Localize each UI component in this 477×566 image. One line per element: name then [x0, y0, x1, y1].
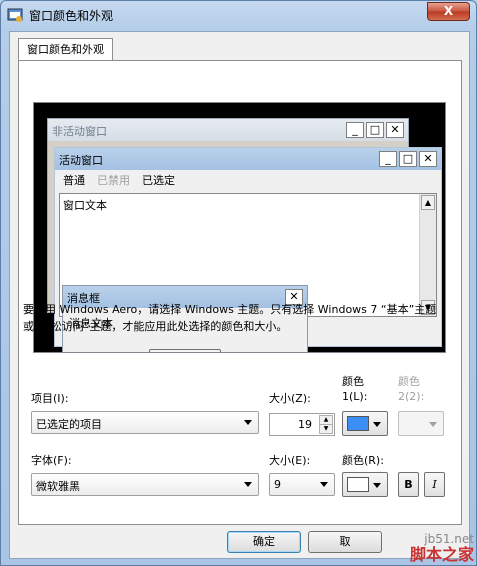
close-icon: ✕ [419, 151, 437, 167]
bold-button[interactable]: B [398, 472, 419, 497]
inactive-title-bar: 非活动窗口 _ □ ✕ [48, 119, 408, 141]
color1-button[interactable] [342, 411, 388, 436]
preview-scrollbar[interactable]: ▲ ▼ [419, 194, 436, 316]
italic-button[interactable]: I [424, 472, 445, 497]
close-button[interactable]: X [427, 2, 470, 21]
dialog-window: 窗口颜色和外观 X 窗口颜色和外观 非活动窗口 _ □ ✕ 活动窗口 _ □ ✕… [0, 0, 477, 566]
color1-label-key: 1(L): [342, 390, 368, 403]
maximize-icon: □ [399, 151, 417, 167]
item-size-spinner[interactable]: 19 ▲ ▼ [269, 413, 335, 436]
color2-label-key: 2(2): [398, 390, 425, 403]
color1-label: 颜色 [342, 375, 364, 388]
font-size-select[interactable]: 9 [269, 473, 335, 496]
color2-button[interactable] [398, 411, 444, 436]
item-label: 项目(I): [31, 392, 69, 405]
item-size-value: 19 [298, 418, 312, 431]
font-size-label: 大小(E): [269, 454, 311, 467]
chevron-down-icon [373, 422, 381, 427]
preview-ok-button[interactable]: 确定 [149, 349, 221, 352]
maximize-icon: □ [366, 122, 384, 138]
watermark-brand: 脚本之家 [409, 545, 474, 564]
font-select-value: 微软雅黑 [36, 480, 80, 493]
minimize-icon: _ [346, 122, 364, 138]
chevron-down-icon [244, 482, 252, 487]
font-label: 字体(F): [31, 454, 72, 467]
window-title: 窗口颜色和外观 [29, 9, 114, 23]
font-select[interactable]: 微软雅黑 [31, 473, 259, 496]
color2-label: 颜色 [398, 375, 420, 388]
menu-item-disabled[interactable]: 已禁用 [97, 172, 130, 188]
chevron-down-icon [244, 420, 252, 425]
close-icon: ✕ [386, 122, 404, 138]
watermark: jb51.net 脚本之家 [410, 531, 474, 563]
tab-panel: 非活动窗口 _ □ ✕ 活动窗口 _ □ ✕ 普通 已禁用 已选定 窗口文本 ▲… [18, 60, 462, 525]
font-color-swatch [347, 477, 369, 492]
font-size-value: 9 [274, 478, 281, 491]
preview-menu-bar: 普通 已禁用 已选定 [55, 170, 441, 190]
chevron-down-icon [429, 422, 437, 427]
tab-window-color[interactable]: 窗口颜色和外观 [18, 38, 113, 61]
window-text-label: 窗口文本 [63, 199, 107, 212]
item-select[interactable]: 已选定的项目 [31, 411, 259, 434]
active-title-bar: 活动窗口 _ □ ✕ [55, 148, 441, 170]
scroll-up-icon[interactable]: ▲ [421, 195, 435, 210]
chevron-down-icon [320, 482, 328, 487]
inactive-window-title: 非活动窗口 [52, 125, 107, 138]
cancel-button[interactable]: 取 [308, 531, 382, 553]
appearance-icon [7, 8, 23, 22]
color1-swatch [347, 416, 369, 431]
title-bar[interactable]: 窗口颜色和外观 X [1, 1, 476, 29]
ok-button[interactable]: 确定 [227, 531, 301, 553]
spin-down-icon[interactable]: ▼ [319, 424, 333, 434]
item-select-value: 已选定的项目 [36, 418, 102, 431]
menu-item-normal[interactable]: 普通 [63, 172, 85, 188]
minimize-icon: _ [379, 151, 397, 167]
font-color-button[interactable] [342, 472, 388, 497]
item-size-label: 大小(Z): [269, 392, 311, 405]
active-window-title: 活动窗口 [59, 154, 103, 167]
menu-item-selected[interactable]: 已选定 [142, 172, 175, 188]
chevron-down-icon [373, 483, 381, 488]
aero-note: 要启用 Windows Aero，请选择 Windows 主题。只有选择 Win… [23, 303, 437, 333]
font-color-label: 颜色(R): [342, 454, 384, 467]
